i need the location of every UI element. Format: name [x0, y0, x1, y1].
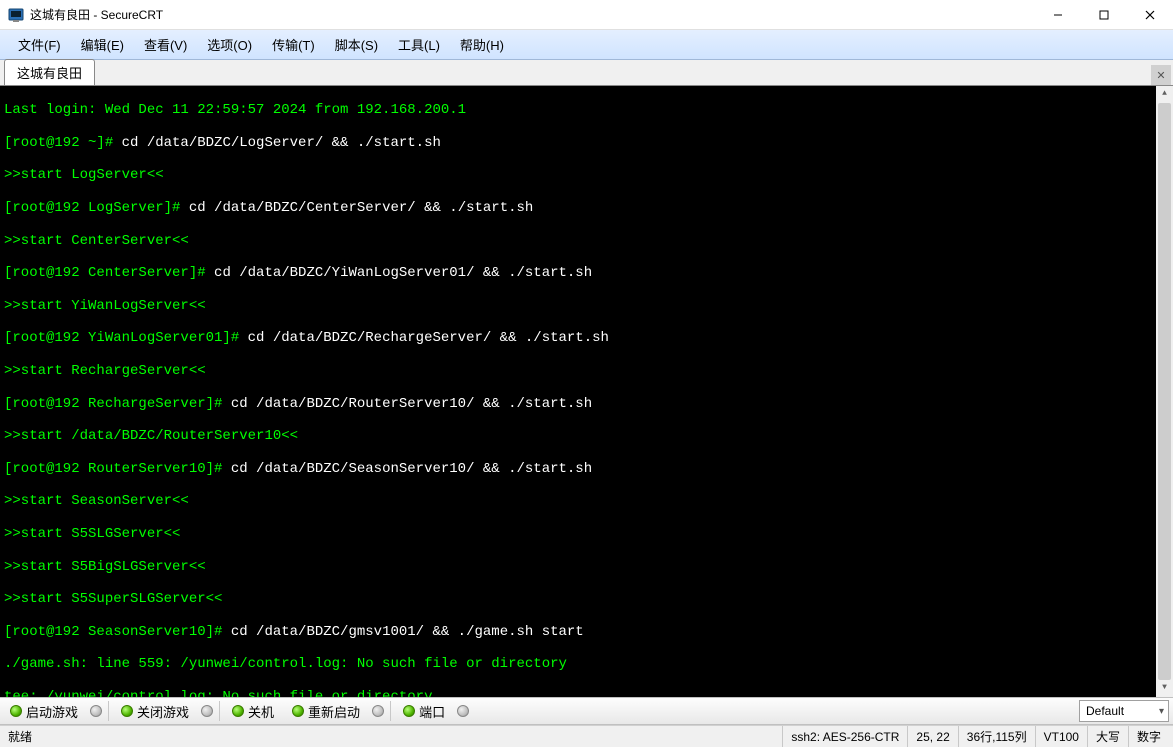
terminal-line: >>start S5SLGServer<< [4, 526, 1169, 542]
menu-bar: 文件(F) 编辑(E) 查看(V) 选项(O) 传输(T) 脚本(S) 工具(L… [0, 30, 1173, 60]
status-dot-icon [121, 705, 133, 717]
terminal-line: >>start LogServer<< [4, 167, 1169, 183]
status-dot-icon [403, 705, 415, 717]
toolbar-select[interactable]: Default [1079, 700, 1169, 722]
toolbar-label: 关机 [248, 702, 274, 721]
menu-script[interactable]: 脚本(S) [325, 31, 388, 58]
toolbar-start-game[interactable]: 启动游戏 [4, 702, 84, 721]
scroll-thumb[interactable] [1158, 103, 1171, 680]
toolbar-spare-button[interactable] [457, 705, 469, 717]
status-size: 36行,115列 [958, 726, 1035, 747]
scroll-up-icon[interactable]: ▲ [1156, 86, 1173, 103]
terminal-line: tee: /yunwei/control.log: No such file o… [4, 689, 1169, 697]
toolbar-separator [108, 701, 109, 721]
terminal-line: [root@192 LogServer]# cd /data/BDZC/Cent… [4, 200, 1169, 216]
menu-tools[interactable]: 工具(L) [388, 31, 450, 58]
terminal-line: >>start RechargeServer<< [4, 363, 1169, 379]
menu-file[interactable]: 文件(F) [8, 31, 71, 58]
terminal-line: [root@192 RechargeServer]# cd /data/BDZC… [4, 396, 1169, 412]
toolbar-label: 端口 [419, 702, 445, 721]
tab-bar: 这城有良田 ✕ [0, 60, 1173, 86]
status-caps: 大写 [1087, 726, 1128, 747]
terminal-line: [root@192 RouterServer10]# cd /data/BDZC… [4, 461, 1169, 477]
terminal-scrollbar[interactable]: ▲ ▼ [1156, 86, 1173, 697]
terminal-line: >>start SeasonServer<< [4, 493, 1169, 509]
terminal-line: ./game.sh: line 559: /yunwei/control.log… [4, 656, 1169, 672]
menu-transfer[interactable]: 传输(T) [262, 31, 325, 58]
tab-close-icon[interactable]: ✕ [1151, 65, 1171, 85]
toolbar-label: 重新启动 [308, 702, 360, 721]
toolbar-spare-button[interactable] [201, 705, 213, 717]
status-cursor-pos: 25, 22 [907, 726, 957, 747]
scroll-track[interactable] [1156, 103, 1173, 680]
terminal-line: [root@192 CenterServer]# cd /data/BDZC/Y… [4, 265, 1169, 281]
status-ssh: ssh2: AES-256-CTR [782, 726, 907, 747]
terminal-line: >>start S5SuperSLGServer<< [4, 591, 1169, 607]
status-ready: 就绪 [4, 728, 782, 745]
terminal-line: >>start YiWanLogServer<< [4, 298, 1169, 314]
status-dot-icon [292, 705, 304, 717]
toolbar-port[interactable]: 端口 [397, 702, 451, 721]
close-button[interactable] [1127, 0, 1173, 29]
status-dot-icon [10, 705, 22, 717]
menu-options[interactable]: 选项(O) [197, 31, 262, 58]
app-icon [8, 7, 24, 23]
status-term-type: VT100 [1035, 726, 1087, 747]
toolbar-separator [390, 701, 391, 721]
maximize-button[interactable] [1081, 0, 1127, 29]
toolbar-restart[interactable]: 重新启动 [286, 702, 366, 721]
terminal[interactable]: Last login: Wed Dec 11 22:59:57 2024 fro… [0, 86, 1173, 697]
toolbar-spare-button[interactable] [372, 705, 384, 717]
terminal-line: [root@192 YiWanLogServer01]# cd /data/BD… [4, 330, 1169, 346]
select-value: Default [1086, 704, 1124, 718]
terminal-line: Last login: Wed Dec 11 22:59:57 2024 fro… [4, 102, 1169, 118]
status-dot-icon [232, 705, 244, 717]
minimize-button[interactable] [1035, 0, 1081, 29]
button-bar: 启动游戏 关闭游戏 关机 重新启动 端口 Default [0, 697, 1173, 725]
terminal-line: [root@192 SeasonServer10]# cd /data/BDZC… [4, 624, 1169, 640]
title-bar: 这城有良田 - SecureCRT [0, 0, 1173, 30]
toolbar-label: 关闭游戏 [137, 702, 189, 721]
toolbar-label: 启动游戏 [26, 702, 78, 721]
window-controls [1035, 0, 1173, 29]
session-tab[interactable]: 这城有良田 [4, 59, 95, 85]
toolbar-spare-button[interactable] [90, 705, 102, 717]
scroll-down-icon[interactable]: ▼ [1156, 680, 1173, 697]
menu-help[interactable]: 帮助(H) [450, 31, 514, 58]
status-bar: 就绪 ssh2: AES-256-CTR 25, 22 36行,115列 VT1… [0, 725, 1173, 747]
toolbar-close-game[interactable]: 关闭游戏 [115, 702, 195, 721]
toolbar-separator [219, 701, 220, 721]
toolbar-shutdown[interactable]: 关机 [226, 702, 280, 721]
terminal-line: >>start /data/BDZC/RouterServer10<< [4, 428, 1169, 444]
status-num: 数字 [1128, 726, 1169, 747]
terminal-line: >>start CenterServer<< [4, 233, 1169, 249]
menu-edit[interactable]: 编辑(E) [71, 31, 134, 58]
terminal-line: >>start S5BigSLGServer<< [4, 559, 1169, 575]
menu-view[interactable]: 查看(V) [134, 31, 197, 58]
terminal-line: [root@192 ~]# cd /data/BDZC/LogServer/ &… [4, 135, 1169, 151]
window-title: 这城有良田 - SecureCRT [30, 6, 1035, 23]
